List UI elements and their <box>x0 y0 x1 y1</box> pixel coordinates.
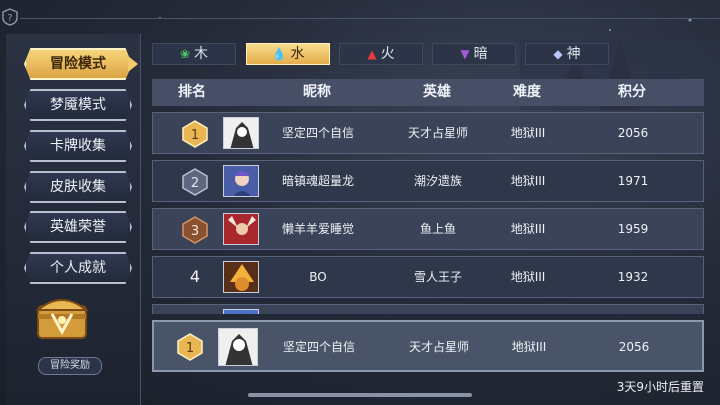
silver-rank-badge-icon: 2 <box>182 168 208 196</box>
my-hero-name: 天才占星师 <box>408 340 469 354</box>
avatar <box>223 213 259 245</box>
difficulty: 地狱III <box>510 270 546 284</box>
avatar <box>218 328 258 366</box>
tab-wood-label: 木 <box>194 46 209 62</box>
tab-water[interactable]: 💧 水 <box>246 43 330 65</box>
my-rank-row[interactable]: 1 坚定四个自信 天才占星师 地狱III 2056 <box>152 320 704 372</box>
adventure-reward-label[interactable]: 冒险奖励 <box>38 357 102 375</box>
header-score: 积分 <box>618 84 646 100</box>
rank-number: 1 <box>186 341 194 356</box>
hero-name: 潮汐遗族 <box>413 174 462 188</box>
header-rank: 排名 <box>178 84 206 100</box>
rank-number: 3 <box>191 224 199 239</box>
table-row[interactable]: 3 懒羊羊爱睡觉 鱼上鱼 地狱III 1959 <box>152 208 704 250</box>
rank-number: 2 <box>191 176 199 191</box>
left-navigation: 冒险模式 梦魇模式 卡牌收集 皮肤收集 英雄荣誉 个人成就 <box>6 34 141 405</box>
gold-rank-badge-icon: 1 <box>177 333 203 361</box>
table-row[interactable]: 2 暗镇魂超量龙 潮汐遗族 地狱III 1971 <box>152 160 704 202</box>
reset-timer-text: 3天9小时后重置 <box>616 380 704 394</box>
water-drop-icon: 💧 <box>271 47 287 61</box>
player-name: 暗镇魂超量龙 <box>281 174 354 188</box>
nav-card-collection[interactable]: 卡牌收集 <box>24 130 132 162</box>
tab-fire[interactable]: ▲ 火 <box>339 43 423 65</box>
nav-nightmare-mode[interactable]: 梦魇模式 <box>24 89 132 121</box>
difficulty: 地狱III <box>510 126 546 140</box>
avatar <box>223 261 259 293</box>
avatar <box>223 309 259 314</box>
tab-divine[interactable]: ◆ 神 <box>525 43 609 65</box>
top-divider <box>20 18 720 19</box>
avatar <box>223 117 259 149</box>
header-hero: 英雄 <box>423 84 451 100</box>
table-row[interactable]: 1 坚定四个自信 天才占星师 地狱III 2056 <box>152 112 704 154</box>
header-name: 昵称 <box>303 84 331 100</box>
rank-number: 4 <box>189 267 201 286</box>
divine-crystal-icon: ◆ <box>553 47 563 61</box>
nav-hero-honor[interactable]: 英雄荣誉 <box>24 211 132 243</box>
home-indicator-bar[interactable] <box>248 393 472 397</box>
header-difficulty: 难度 <box>513 84 541 100</box>
question-shield-icon: ? <box>2 8 18 26</box>
nav-skin-collection[interactable]: 皮肤收集 <box>24 171 132 203</box>
gold-rank-badge-icon: 1 <box>182 120 208 148</box>
player-name: 懒羊羊爱睡觉 <box>281 222 354 236</box>
score: 2056 <box>617 126 649 140</box>
nav-personal-achievement[interactable]: 个人成就 <box>24 252 132 284</box>
table-row-partial[interactable] <box>152 304 704 314</box>
difficulty: 地狱III <box>510 174 546 188</box>
my-score: 2056 <box>618 340 650 354</box>
table-row[interactable]: 4 BO 雪人王子 地狱III 1932 <box>152 256 704 298</box>
tab-dark[interactable]: ▼ 暗 <box>432 43 516 65</box>
my-player-name: 坚定四个自信 <box>282 340 355 354</box>
avatar <box>223 165 259 197</box>
leaderboard-list[interactable]: 1 坚定四个自信 天才占星师 地狱III 2056 2 暗镇魂超量龙 潮汐遗族 … <box>152 112 704 314</box>
player-name: BO <box>309 270 327 284</box>
help-button[interactable]: ? <box>0 8 20 26</box>
leaderboard-header: 排名 昵称 英雄 难度 积分 <box>152 79 704 106</box>
player-name: 坚定四个自信 <box>281 126 354 140</box>
hero-name: 雪人王子 <box>413 270 462 284</box>
tab-wood[interactable]: ❀ 木 <box>152 43 236 65</box>
tab-water-label: 水 <box>290 46 305 62</box>
flame-icon: ▲ <box>367 47 377 61</box>
hero-name: 鱼上鱼 <box>419 222 456 236</box>
dark-triangle-icon: ▼ <box>460 47 470 61</box>
score: 1959 <box>617 222 649 236</box>
my-difficulty: 地狱III <box>511 340 547 354</box>
tab-fire-label: 火 <box>380 46 395 62</box>
treasure-chest-icon[interactable] <box>34 290 90 342</box>
difficulty: 地狱III <box>510 222 546 236</box>
svg-text:?: ? <box>7 13 12 24</box>
tab-divine-label: 神 <box>566 46 581 62</box>
bronze-rank-badge-icon: 3 <box>182 216 208 244</box>
leaf-icon: ❀ <box>179 47 191 61</box>
hero-name: 天才占星师 <box>407 126 468 140</box>
rank-number: 1 <box>191 128 199 143</box>
score: 1932 <box>617 270 649 284</box>
active-nav-arrow-icon <box>128 56 138 72</box>
score: 1971 <box>617 174 649 188</box>
tab-dark-label: 暗 <box>473 46 488 62</box>
nav-adventure-mode[interactable]: 冒险模式 <box>24 48 132 80</box>
